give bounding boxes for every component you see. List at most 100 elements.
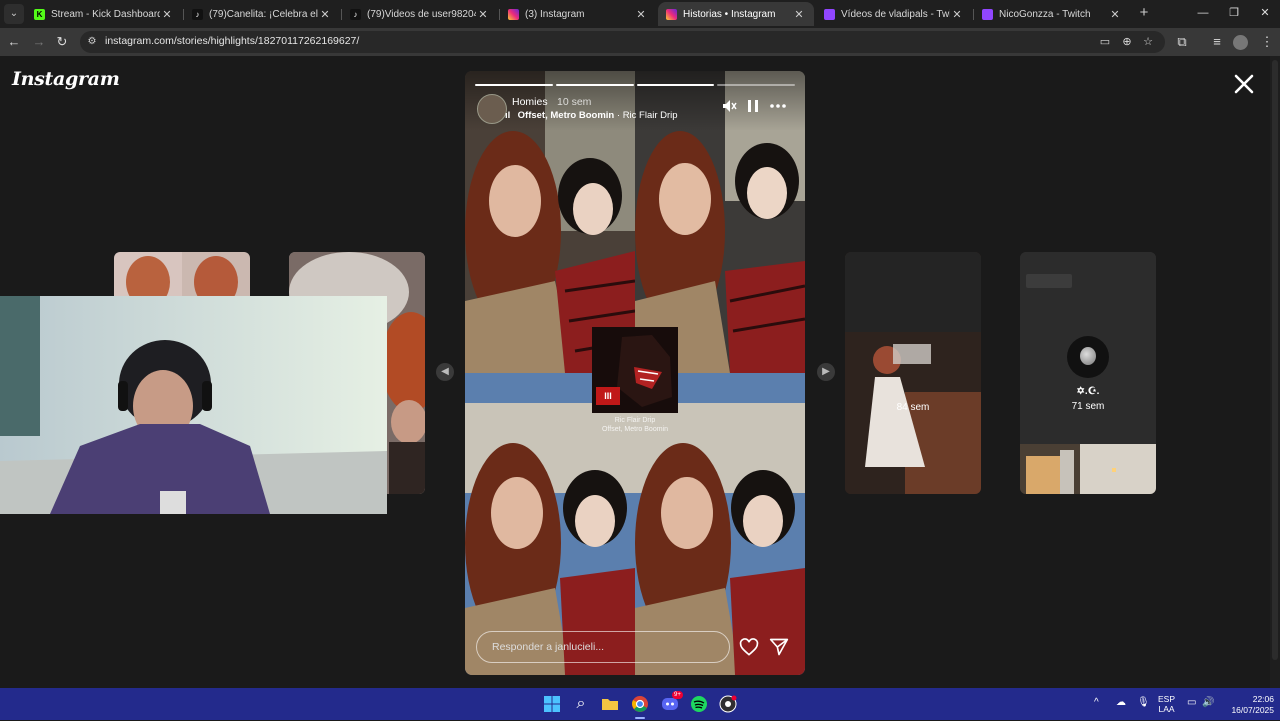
system-clock[interactable]: 22:06 16/07/2025	[1222, 694, 1274, 716]
tab-title: (79)Canelita: ¡Celebra el Día del	[209, 8, 318, 20]
story-preview-time: 84 sem	[896, 402, 930, 413]
share-send-icon[interactable]	[769, 637, 789, 657]
close-tab-icon[interactable]: ✕	[950, 8, 964, 21]
story-preview-name: ✡︎.☪︎.	[1020, 386, 1156, 397]
tab-title: Stream - Kick Dashboard	[51, 8, 160, 20]
tab-twitch-vladipals[interactable]: Vídeos de vladipals - Twitch ✕	[816, 2, 972, 26]
address-bar[interactable]: ⚙ instagram.com/stories/highlights/18270…	[80, 31, 1165, 53]
music-sticker-artist: Offset, Metro Boomin	[601, 426, 668, 433]
highlight-avatar[interactable]	[477, 94, 507, 124]
tab-kick-dashboard[interactable]: K Stream - Kick Dashboard ✕	[26, 2, 182, 26]
story-preview-right-1[interactable]: 84 sem	[845, 252, 981, 494]
previous-story-arrow-icon[interactable]: ◀	[436, 363, 454, 381]
chrome-icon[interactable]	[630, 694, 650, 714]
minimize-icon[interactable]: —	[1195, 5, 1211, 21]
music-waveform-icon: ıl	[505, 110, 511, 121]
back-arrow-icon[interactable]: ←	[6, 34, 22, 50]
next-story-arrow-icon[interactable]: ▶	[817, 363, 835, 381]
active-story[interactable]: III Ric Flair Drip Offset, Metro Boomin …	[465, 71, 805, 675]
profile-avatar-icon[interactable]	[1233, 35, 1248, 50]
close-tab-icon[interactable]: ✕	[476, 8, 490, 21]
story-preview-time: 71 sem	[1071, 401, 1105, 412]
music-sticker-title: Ric Flair Drip	[614, 417, 656, 424]
highlight-name[interactable]: Homies	[512, 96, 548, 108]
site-info-icon[interactable]: ⚙	[86, 36, 98, 48]
tab-title: Vídeos de vladipals - Twitch	[841, 8, 950, 20]
network-cloud-icon[interactable]: ☁	[1116, 697, 1126, 708]
extensions-puzzle-icon[interactable]: ⧉	[1174, 34, 1190, 50]
scrollbar-thumb[interactable]	[1272, 60, 1278, 660]
file-explorer-icon[interactable]	[600, 694, 620, 714]
windows-start-icon[interactable]	[542, 694, 562, 714]
reply-input[interactable]: Responder a janlucieli...	[476, 631, 730, 663]
obs-studio-icon[interactable]	[718, 694, 738, 714]
browser-tab-strip: ⌄ K Stream - Kick Dashboard ✕ ♪ (79)Cane…	[0, 0, 1280, 28]
search-icon[interactable]: ⌕	[571, 694, 591, 714]
moon-icon	[1080, 347, 1096, 365]
instagram-icon	[666, 8, 677, 20]
story-preview-name-text: ✡︎.☪︎.	[1076, 386, 1100, 397]
pause-icon[interactable]	[744, 97, 762, 115]
show-hidden-icons-chevron-icon[interactable]: ^	[1094, 697, 1099, 708]
zoom-icon[interactable]: ⊕	[1120, 35, 1134, 49]
kick-icon: K	[34, 8, 45, 20]
album-label: III	[604, 391, 612, 401]
microphone-icon[interactable]: 🎙	[1137, 697, 1150, 708]
close-tab-icon[interactable]: ✕	[318, 8, 332, 21]
close-tab-icon[interactable]: ✕	[792, 8, 806, 21]
music-sticker-caption: Ric Flair Drip Offset, Metro Boomin	[585, 416, 685, 434]
input-language-indicator[interactable]: ESP LAA	[1158, 694, 1175, 714]
tab-twitch-nicogonzza[interactable]: NicoGonzza - Twitch ✕	[974, 2, 1130, 26]
tiktok-icon: ♪	[192, 8, 203, 20]
windows-taskbar: ⌕ 9+ ^ ☁ 🎙 ESP LAA ▭ 🔊 22:06 16/07/2025	[0, 688, 1280, 720]
story-music-info[interactable]: ıl Offset, Metro Boomin · Ric Flair Drip	[505, 110, 678, 121]
more-options-icon[interactable]	[769, 97, 787, 115]
music-separator: ·	[614, 110, 623, 121]
tab-instagram[interactable]: (3) Instagram ✕	[500, 2, 656, 26]
display-icon[interactable]: ▭	[1187, 697, 1196, 708]
spotify-icon[interactable]	[689, 694, 709, 714]
instagram-logo[interactable]: Instagram	[12, 68, 120, 90]
music-artist: Offset, Metro Boomin	[517, 110, 615, 121]
tab-search-chevron-icon[interactable]: ⌄	[4, 4, 24, 24]
tab-historias-instagram[interactable]: Historias • Instagram ✕	[658, 2, 814, 26]
instagram-icon	[508, 8, 519, 20]
webcam-overlay	[0, 296, 387, 514]
close-tab-icon[interactable]: ✕	[160, 8, 174, 21]
install-app-icon[interactable]: ▭	[1098, 35, 1112, 49]
tab-tiktok-videos[interactable]: ♪ (79)Videos de user9820421845 ✕	[342, 2, 498, 26]
muted-speaker-icon[interactable]	[720, 97, 738, 115]
close-tab-icon[interactable]: ✕	[1108, 8, 1122, 21]
close-window-icon[interactable]: ✕	[1257, 5, 1273, 21]
twitch-icon	[824, 8, 835, 20]
bookmark-star-icon[interactable]: ☆	[1141, 35, 1155, 49]
chrome-active-indicator	[635, 717, 645, 719]
tab-title: (3) Instagram	[525, 8, 585, 20]
tab-title: Historias • Instagram	[683, 8, 776, 20]
tab-tiktok-canelita[interactable]: ♪ (79)Canelita: ¡Celebra el Día del ✕	[184, 2, 340, 26]
discord-icon[interactable]: 9+	[660, 691, 683, 714]
story-preview-right-2[interactable]: ✡︎.☪︎. 71 sem	[1020, 252, 1156, 494]
kebab-menu-icon[interactable]: ⋮	[1259, 34, 1275, 50]
new-tab-plus-icon[interactable]: +	[1136, 5, 1152, 21]
close-tab-icon[interactable]: ✕	[634, 8, 648, 21]
restore-icon[interactable]: ❐	[1226, 5, 1242, 21]
tab-title: (79)Videos de user9820421845	[367, 8, 476, 20]
media-controls-icon[interactable]: ≡	[1209, 34, 1225, 50]
page-scrollbar[interactable]	[1270, 56, 1280, 688]
close-icon[interactable]	[1232, 72, 1256, 96]
twitch-icon	[982, 8, 993, 20]
clock-time: 22:06	[1252, 694, 1274, 704]
url-text: instagram.com/stories/highlights/1827011…	[105, 35, 360, 47]
album-cover-sticker[interactable]: III	[592, 327, 678, 413]
story-progress-segment	[636, 84, 715, 86]
like-heart-icon[interactable]	[739, 638, 759, 658]
speaker-volume-icon[interactable]: 🔊	[1202, 697, 1214, 708]
forward-arrow-icon[interactable]: →	[31, 34, 47, 50]
instagram-stories-viewer: Instagram ◀ ▶ 84 sem ✡︎.☪︎. 71 sem III R…	[0, 56, 1280, 688]
tab-title: NicoGonzza - Twitch	[999, 8, 1091, 20]
language-code: ESP	[1158, 694, 1176, 704]
music-title: Ric Flair Drip	[622, 110, 678, 121]
language-layout: LAA	[1158, 704, 1175, 714]
reload-icon[interactable]: ↻	[54, 34, 70, 50]
